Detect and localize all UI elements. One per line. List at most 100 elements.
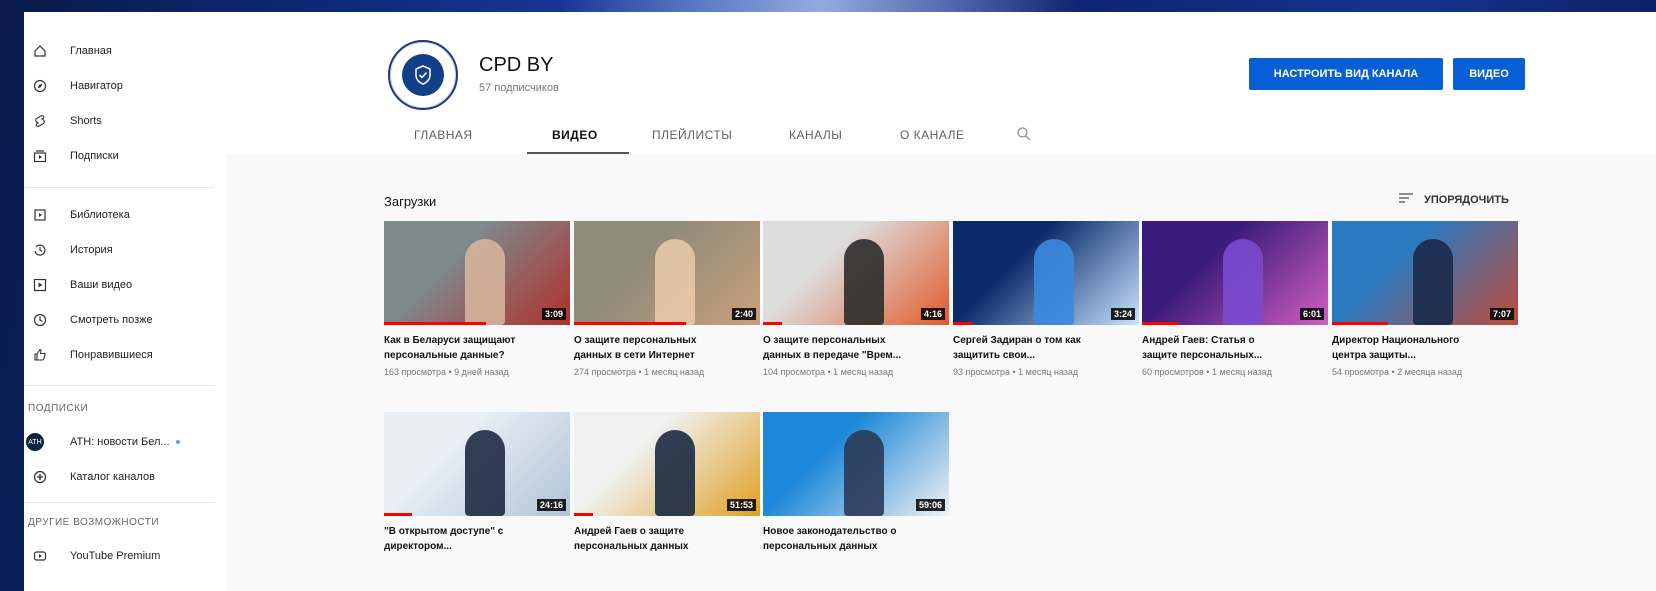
channel-avatar[interactable] [388, 40, 458, 110]
thumbnail-subject [1034, 239, 1074, 325]
video-card[interactable]: 24:16 "В открытом доступе" с директором... [384, 412, 570, 558]
video-thumbnail[interactable]: 4:16 [763, 221, 949, 325]
channel-name: CPD BY [479, 54, 554, 76]
search-icon[interactable] [1016, 126, 1032, 147]
sort-label: УПОРЯДОЧИТЬ [1424, 193, 1509, 206]
video-duration: 24:16 [536, 499, 566, 511]
video-title[interactable]: О защите персональных данных в сети Интер… [574, 333, 760, 363]
video-duration: 51:53 [726, 499, 756, 511]
thumbs-up-icon [32, 347, 48, 363]
sidebar-item-library[interactable]: Библиотека [24, 198, 226, 232]
video-meta: 60 просмотров • 1 месяц назад [1142, 367, 1272, 377]
sidebar-item-shorts[interactable]: Shorts [24, 104, 226, 138]
video-card[interactable]: 7:07 Директор Национального центра защиты.… [1332, 221, 1518, 377]
video-meta: 274 просмотра • 1 месяц назад [574, 367, 705, 377]
tab-home[interactable]: ГЛАВНАЯ [414, 128, 473, 142]
sidebar-item-channel-catalog[interactable]: Каталог каналов [24, 460, 226, 494]
video-title[interactable]: "В открытом доступе" с директором... [384, 524, 570, 554]
sidebar-item-label: Смотреть позже [70, 314, 153, 326]
sidebar-item-label: Главная [70, 45, 112, 57]
home-icon [32, 43, 48, 59]
watch-progress-bar [384, 322, 487, 325]
watch-progress-bar [574, 322, 686, 325]
video-title[interactable]: Андрей Гаев: Статья о защите персональных… [1142, 333, 1328, 363]
video-card[interactable]: 3:24 Сергей Задиран о том как защитить сво… [953, 221, 1139, 377]
thumbnail-subject [655, 239, 695, 325]
video-card[interactable]: 3:09 Как в Беларуси защищают персональные … [384, 221, 570, 377]
video-meta: 104 просмотра • 1 месяц назад [763, 367, 894, 377]
video-thumbnail[interactable]: 2:40 [574, 221, 760, 325]
video-thumbnail[interactable]: 7:07 [1332, 221, 1518, 325]
video-card[interactable]: 2:40 О защите персональных данных в сети И… [574, 221, 760, 377]
tab-channels[interactable]: КАНАЛЫ [789, 128, 842, 142]
shorts-icon [32, 113, 48, 129]
video-title[interactable]: Как в Беларуси защищают персональные данн… [384, 333, 570, 363]
video-card[interactable]: 4:16 О защите персональных данных в переда… [763, 221, 949, 377]
channel-avatar: ATH [24, 431, 46, 453]
plus-circle-icon [32, 469, 48, 485]
video-duration: 3:24 [1110, 308, 1135, 320]
sidebar-item-label: Подписки [70, 150, 119, 162]
subscriptions-icon [32, 148, 48, 164]
tab-videos[interactable]: ВИДЕО [552, 128, 598, 142]
sidebar-item-subscriptions[interactable]: Подписки [24, 139, 226, 173]
video-title[interactable]: Новое законодательство о персональных дан… [763, 524, 949, 554]
watch-progress-bar [574, 513, 593, 516]
watch-later-icon [32, 312, 48, 328]
customize-channel-button[interactable]: НАСТРОИТЬ ВИД КАНАЛА [1249, 58, 1443, 90]
video-thumbnail[interactable]: 51:53 [574, 412, 760, 516]
video-thumbnail[interactable]: 59:06 [763, 412, 949, 516]
thumbnail-subject [465, 430, 505, 516]
sidebar: Главная Навигатор Shorts Подписки Библио… [24, 12, 226, 591]
manage-videos-button[interactable]: ВИДЕО [1453, 58, 1525, 90]
sidebar-divider [24, 187, 214, 188]
video-duration: 4:16 [920, 308, 945, 320]
watch-progress-bar [763, 322, 782, 325]
video-card[interactable]: 6:01 Андрей Гаев: Статья о защите персонал… [1142, 221, 1328, 377]
sidebar-item-label: Shorts [70, 115, 102, 127]
sidebar-item-label: Ваши видео [70, 279, 133, 291]
watch-progress-bar [384, 513, 412, 516]
new-content-dot [175, 440, 180, 445]
sidebar-item-youtube-premium[interactable]: YouTube Premium [24, 539, 226, 573]
video-thumbnail[interactable]: 3:09 [384, 221, 570, 325]
sidebar-subscription-channel[interactable]: ATH АТН: новости Бел... [24, 425, 226, 459]
video-duration: 7:07 [1489, 308, 1514, 320]
thumbnail-subject [655, 430, 695, 516]
sidebar-item-liked[interactable]: Понравившиеся [24, 338, 226, 372]
thumbnail-subject [1413, 239, 1453, 325]
video-meta: 163 просмотра • 9 дней назад [384, 367, 509, 377]
sidebar-item-label: АТН: новости Бел... [70, 436, 180, 448]
sort-button[interactable]: УПОРЯДОЧИТЬ [1398, 192, 1509, 207]
subscriber-count: 57 подписчиков [479, 82, 559, 94]
video-thumbnail[interactable]: 24:16 [384, 412, 570, 516]
video-card[interactable]: 59:06 Новое законодательство о персональны… [763, 412, 949, 558]
video-meta: 54 просмотра • 2 месяца назад [1332, 367, 1463, 377]
history-icon [32, 242, 48, 258]
sidebar-item-label: Каталог каналов [70, 471, 155, 483]
video-thumbnail[interactable]: 3:24 [953, 221, 1139, 325]
thumbnail-subject [1223, 239, 1263, 325]
video-duration: 6:01 [1299, 308, 1324, 320]
subscriptions-heading: ПОДПИСКИ [28, 403, 89, 414]
video-card[interactable]: 51:53 Андрей Гаев о защите персональных да… [574, 412, 760, 558]
youtube-window: Главная Навигатор Shorts Подписки Библио… [24, 12, 1656, 591]
video-title[interactable]: Андрей Гаев о защите персональных данных [574, 524, 760, 554]
video-thumbnail[interactable]: 6:01 [1142, 221, 1328, 325]
sidebar-divider [24, 385, 214, 386]
sidebar-item-history[interactable]: История [24, 233, 226, 267]
watch-progress-bar [1332, 322, 1388, 325]
tab-about[interactable]: О КАНАЛЕ [900, 128, 964, 142]
video-title[interactable]: Сергей Задиран о том как защитить свои... [953, 333, 1139, 363]
sidebar-item-your-videos[interactable]: Ваши видео [24, 268, 226, 302]
sidebar-item-label: Библиотека [70, 209, 130, 221]
sidebar-item-home[interactable]: Главная [24, 34, 226, 68]
video-meta: 93 просмотра • 1 месяц назад [953, 367, 1079, 377]
video-title[interactable]: Директор Национального центра защиты... [1332, 333, 1518, 363]
sidebar-item-watch-later[interactable]: Смотреть позже [24, 303, 226, 337]
sidebar-item-navigator[interactable]: Навигатор [24, 69, 226, 103]
tab-playlists[interactable]: ПЛЕЙЛИСТЫ [652, 128, 732, 142]
channel-header: CPD BY 57 подписчиков НАСТРОИТЬ ВИД КАНА… [226, 12, 1656, 154]
thumbnail-subject [844, 430, 884, 516]
video-title[interactable]: О защите персональных данных в передаче "… [763, 333, 949, 363]
